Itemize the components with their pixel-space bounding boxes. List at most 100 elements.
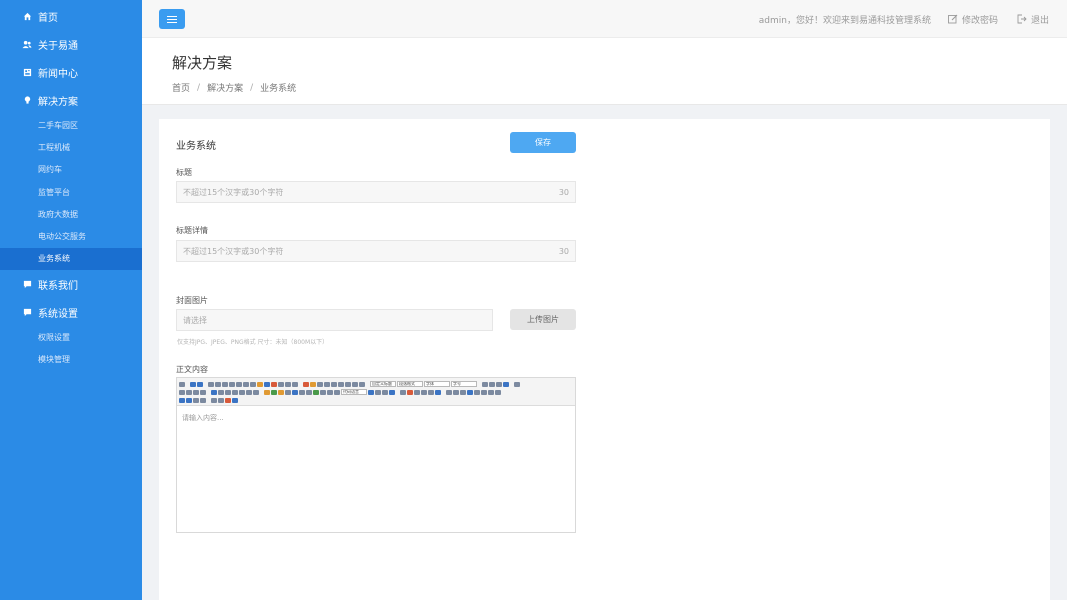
rowspacing-top-icon[interactable] <box>345 381 351 387</box>
blockquote-icon[interactable] <box>271 381 277 387</box>
sidebar-item-about[interactable]: 关于易通 <box>0 30 142 58</box>
split-to-cells-icon[interactable] <box>193 397 199 403</box>
selectall-icon[interactable] <box>331 381 337 387</box>
pasteplain-icon[interactable] <box>278 381 284 387</box>
save-button[interactable]: 保存 <box>510 132 576 153</box>
autotypeset-icon[interactable] <box>264 381 270 387</box>
upload-image-button[interactable]: 上传图片 <box>510 309 576 330</box>
sidebar-subitem-engineering-machinery[interactable]: 工程机械 <box>0 136 142 158</box>
sidebar-subitem-supervision-platform[interactable]: 监管平台 <box>0 181 142 203</box>
tolowercase-icon[interactable] <box>200 389 206 395</box>
source-icon[interactable] <box>179 381 185 387</box>
bold-icon[interactable] <box>208 381 214 387</box>
sidebar-item-contact[interactable]: 联系我们 <box>0 270 142 298</box>
directionality-ltr-icon[interactable] <box>482 381 488 387</box>
justify-right-icon[interactable] <box>179 389 185 395</box>
justify-center-icon[interactable] <box>514 381 520 387</box>
insert-paragraph-before-table-icon[interactable] <box>460 389 466 395</box>
undo-icon[interactable] <box>190 381 196 387</box>
directionality-rtl-icon[interactable] <box>489 381 495 387</box>
horizontal-icon[interactable] <box>400 389 406 395</box>
cover-input[interactable]: 请选择 <box>176 309 493 331</box>
image-left-icon[interactable] <box>239 389 245 395</box>
unlink-icon[interactable] <box>218 389 224 395</box>
insert-ordered-list-icon[interactable] <box>317 381 323 387</box>
cleardoc-icon[interactable] <box>338 381 344 387</box>
date-icon[interactable] <box>407 389 413 395</box>
merge-cells-icon[interactable] <box>495 389 501 395</box>
emotion-icon[interactable] <box>278 389 284 395</box>
sidebar-subitem-business-system[interactable]: 业务系统 <box>0 247 142 271</box>
change-password-link[interactable]: 修改密码 <box>948 13 998 26</box>
font-size-select[interactable]: 字号 <box>451 381 477 387</box>
touppercase-icon[interactable] <box>193 389 199 395</box>
code-language-select[interactable]: 代码语言 <box>341 389 367 395</box>
italic-icon[interactable] <box>215 381 221 387</box>
simple-upload-icon[interactable] <box>264 389 270 395</box>
logout-link[interactable]: 退出 <box>1017 13 1049 26</box>
sidebar-subitem-permissions[interactable]: 权限设置 <box>0 326 142 348</box>
backcolor-icon[interactable] <box>310 381 316 387</box>
delete-col-icon[interactable] <box>488 389 494 395</box>
template-icon[interactable] <box>382 389 388 395</box>
insert-image-icon[interactable] <box>271 389 277 395</box>
insert-table-icon[interactable] <box>446 389 452 395</box>
selectall-icon[interactable] <box>285 381 291 387</box>
wordimage-icon[interactable] <box>435 389 441 395</box>
superscript-icon[interactable] <box>243 381 249 387</box>
sidebar-item-news[interactable]: 新闻中心 <box>0 58 142 86</box>
cleardoc-icon[interactable] <box>292 381 298 387</box>
underline-icon[interactable] <box>222 381 228 387</box>
insert-code-icon[interactable] <box>334 389 340 395</box>
sidebar-subitem-electric-bus[interactable]: 电动公交服务 <box>0 225 142 247</box>
scrawl-icon[interactable] <box>285 389 291 395</box>
custom-style-select[interactable]: 自定义标题 <box>370 381 396 387</box>
map-icon[interactable] <box>313 389 319 395</box>
sidebar-item-solutions[interactable]: 解决方案 <box>0 86 142 114</box>
insert-row-icon[interactable] <box>467 389 473 395</box>
merge-down-icon[interactable] <box>186 397 192 403</box>
preview-icon[interactable] <box>218 397 224 403</box>
split-to-rows-icon[interactable] <box>200 397 206 403</box>
title-input[interactable]: 不超过15个汉字或30个字符 30 <box>176 181 576 203</box>
justify-left-icon[interactable] <box>503 381 509 387</box>
sidebar-subitem-ride-hailing[interactable]: 网约车 <box>0 159 142 181</box>
forecolor-icon[interactable] <box>303 381 309 387</box>
webapp-icon[interactable] <box>368 389 374 395</box>
sidebar-subitem-gov-big-data[interactable]: 政府大数据 <box>0 203 142 225</box>
insert-video-icon[interactable] <box>292 389 298 395</box>
pagebreak-icon[interactable] <box>375 389 381 395</box>
strikethrough-icon[interactable] <box>236 381 242 387</box>
editor-content-area[interactable]: 请输入内容... <box>177 406 575 430</box>
insert-frame-icon[interactable] <box>327 389 333 395</box>
help-icon[interactable] <box>232 397 238 403</box>
link-icon[interactable] <box>211 389 217 395</box>
rowspacing-bottom-icon[interactable] <box>352 381 358 387</box>
delete-row-icon[interactable] <box>474 389 480 395</box>
sidebar-item-settings[interactable]: 系统设置 <box>0 298 142 326</box>
insert-unordered-list-icon[interactable] <box>324 381 330 387</box>
image-center-icon[interactable] <box>253 389 259 395</box>
sidebar-subitem-used-car-park[interactable]: 二手车园区 <box>0 114 142 136</box>
remove-format-icon[interactable] <box>257 381 263 387</box>
searchreplace-icon[interactable] <box>225 397 231 403</box>
indent-icon[interactable] <box>496 381 502 387</box>
image-right-icon[interactable] <box>246 389 252 395</box>
lineheight-icon[interactable] <box>359 381 365 387</box>
delete-table-icon[interactable] <box>453 389 459 395</box>
sidebar-subitem-modules[interactable]: 模块管理 <box>0 348 142 370</box>
redo-icon[interactable] <box>197 381 203 387</box>
image-none-icon[interactable] <box>232 389 238 395</box>
music-icon[interactable] <box>299 389 305 395</box>
subscript-icon[interactable] <box>250 381 256 387</box>
font-family-select[interactable]: 字体 <box>424 381 450 387</box>
background-icon[interactable] <box>389 389 395 395</box>
spechars-icon[interactable] <box>421 389 427 395</box>
sidebar-item-home[interactable]: 首页 <box>0 2 142 30</box>
breadcrumb-item-solutions[interactable]: 解决方案 <box>207 81 243 94</box>
print-icon[interactable] <box>211 397 217 403</box>
gmap-icon[interactable] <box>320 389 326 395</box>
attachment-icon[interactable] <box>306 389 312 395</box>
snapscreen-icon[interactable] <box>428 389 434 395</box>
breadcrumb-item-home[interactable]: 首页 <box>172 81 190 94</box>
